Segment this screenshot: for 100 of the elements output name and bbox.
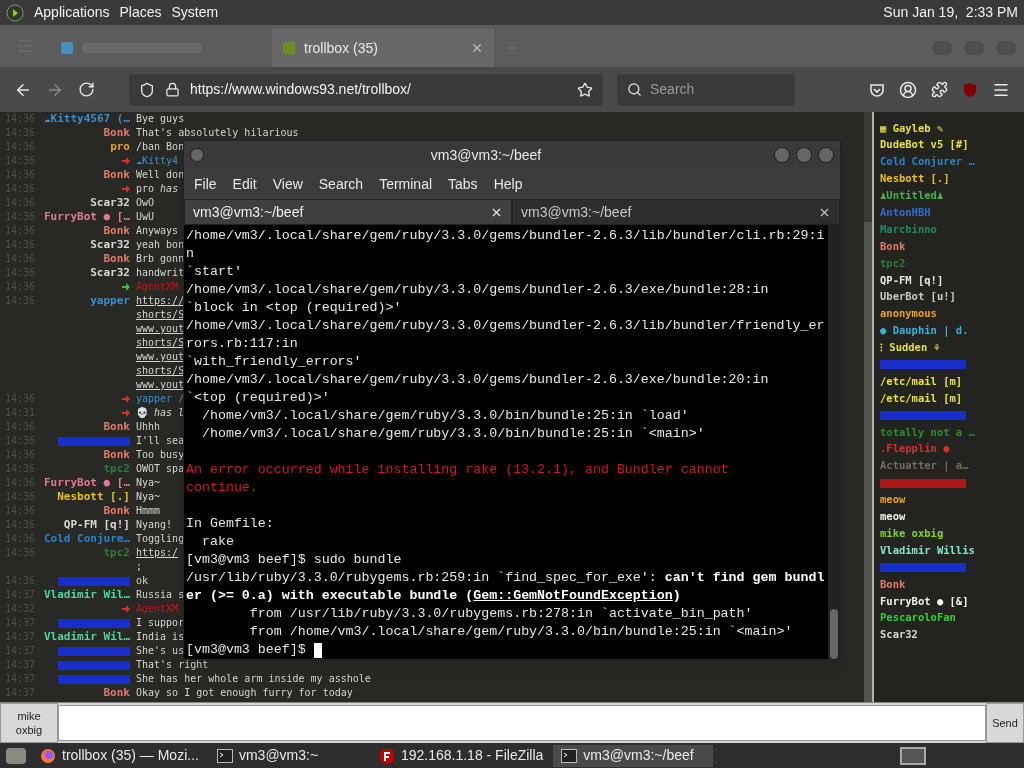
taskbar-button[interactable]: vm3@vm3:~	[208, 744, 369, 767]
address-bar[interactable]: https://www.windows93.net/trollbox/	[129, 73, 603, 106]
user-name[interactable]: anonymous	[880, 306, 937, 323]
message-link[interactable]: shorts/S	[136, 337, 185, 348]
terminal-tab[interactable]: vm3@vm3:~/beef	[512, 199, 840, 225]
panel-menu[interactable]: System	[171, 2, 219, 23]
user-name[interactable]: Vladimir Willis	[880, 542, 975, 559]
nick[interactable]: Bonk	[103, 448, 130, 462]
workspace-switcher[interactable]	[900, 746, 926, 765]
nick[interactable]: QP-FM [q!]	[63, 518, 130, 532]
nick[interactable]: Bonk	[103, 252, 130, 266]
panel-menu[interactable]: Places	[119, 2, 162, 23]
terminal-menu[interactable]: Search	[310, 173, 372, 195]
pocket-icon[interactable]	[869, 81, 885, 98]
terminal-menu[interactable]: Edit	[224, 173, 265, 195]
nick[interactable]: Bonk	[103, 126, 130, 140]
message-input[interactable]	[58, 705, 986, 741]
menu-logo-icon[interactable]	[6, 3, 24, 22]
search-field[interactable]: Search	[617, 73, 795, 106]
nick[interactable]: Scar32	[90, 196, 130, 210]
user-name[interactable]: FurryBot ● [&]	[880, 593, 969, 610]
user-name[interactable]: QP-FM [q!]	[880, 272, 944, 289]
nick[interactable]: pro	[110, 140, 130, 154]
nick[interactable]: Bonk	[103, 224, 130, 238]
user-name[interactable]: ● Dauphin | d.	[880, 323, 969, 339]
nick[interactable]: Bonk	[103, 420, 130, 434]
terminal-menu[interactable]: Tabs	[440, 173, 486, 195]
user-name[interactable]: /etc/mail [m]	[880, 373, 963, 390]
user-name[interactable]: Bonk	[880, 576, 906, 593]
nick[interactable]: yapper	[90, 294, 130, 308]
user-name[interactable]: meow	[880, 509, 906, 525]
message-link[interactable]: shorts/S	[136, 309, 185, 320]
user-name[interactable]: /etc/mail [m]	[880, 390, 963, 407]
user-name[interactable]: ⁝ Sudden ⚘	[880, 340, 940, 356]
shield-icon[interactable]	[139, 81, 155, 98]
nick-button[interactable]: mike oxbig	[0, 703, 58, 743]
window-menu-button[interactable]	[190, 148, 204, 162]
message-link[interactable]: www.yout	[136, 351, 185, 362]
user-name[interactable]: DudeBot v5 [#]	[880, 137, 969, 154]
nick[interactable]: FurryBot ● […	[43, 476, 130, 490]
message-text: /ban Bon	[136, 141, 185, 152]
account-icon[interactable]	[899, 80, 917, 99]
extensions-icon[interactable]	[931, 81, 948, 98]
user-name[interactable]: Bonk	[880, 238, 906, 255]
user-name[interactable]: Scar32	[880, 627, 918, 644]
taskbar-button[interactable]: trollbox (35) — Mozi...	[32, 744, 207, 767]
show-desktop-icon[interactable]	[6, 747, 26, 764]
nick[interactable]: Cold Conjure…	[43, 532, 130, 546]
nick[interactable]: FurryBot ● […	[43, 210, 130, 224]
browser-tab[interactable]: trollbox (35)	[272, 29, 494, 67]
message-text: India is	[136, 631, 185, 642]
nick[interactable]: Vladimir Wil…	[43, 630, 130, 644]
user-name[interactable]: ▦ Gayleb ✎	[880, 120, 944, 137]
terminal-menu[interactable]: Terminal	[371, 173, 441, 195]
panel-menu[interactable]: Applications	[34, 2, 110, 23]
nick[interactable]: Vladimir Wil…	[43, 588, 130, 602]
user-name[interactable]: Cold Conjurer …	[880, 154, 975, 171]
message-link[interactable]: www.yout	[136, 379, 185, 390]
message-text: OWOT spa	[136, 463, 185, 474]
message-link[interactable]: https://	[136, 295, 185, 306]
terminal-tab[interactable]: vm3@vm3:~/beef	[184, 199, 512, 225]
message-text: Uhhh	[136, 421, 161, 432]
reload-icon[interactable]	[78, 81, 95, 98]
send-button[interactable]: Send	[986, 703, 1024, 743]
window-control[interactable]	[796, 147, 812, 163]
bookmark-star-icon[interactable]	[577, 81, 593, 98]
message-text: Nya~	[136, 477, 161, 488]
message-text: That's absolutely hilarious	[136, 127, 299, 138]
user-name[interactable]: PescaroloFan	[880, 610, 956, 627]
message-text: Nyang!	[136, 519, 173, 530]
message-text: pro has	[136, 183, 179, 194]
nick[interactable]: Nesbott [.]	[57, 490, 130, 504]
taskbar-button[interactable]: 192.168.1.18 - FileZilla	[370, 744, 552, 767]
terminal-menu[interactable]: Help	[485, 173, 531, 195]
window-control[interactable]	[818, 147, 834, 163]
nick[interactable]: ☁Kitty4567 (…	[43, 112, 130, 126]
message-link[interactable]: www.yout	[136, 323, 185, 334]
scrollbar[interactable]	[864, 112, 872, 702]
user-name[interactable]: Marchinno	[880, 221, 937, 238]
message-text: ☁Kitty4	[136, 155, 179, 166]
user-name[interactable]: mike oxbig	[880, 525, 944, 542]
user-name[interactable]: Nesbott [.]	[880, 171, 950, 187]
user-name[interactable]: ♟Untitled♟	[880, 188, 944, 204]
nick[interactable]: Scar32	[90, 238, 130, 252]
user-name[interactable]: meow	[880, 492, 906, 508]
terminal-menu[interactable]: View	[264, 173, 311, 195]
message-text: AgentXM	[136, 603, 179, 614]
scrollbar[interactable]	[828, 225, 840, 659]
user-name[interactable]: UberBot [u!]	[880, 289, 956, 306]
nick[interactable]: Bonk	[103, 168, 130, 182]
nick[interactable]: Bonk	[103, 504, 130, 518]
nick[interactable]: Scar32	[90, 266, 130, 280]
window-control[interactable]	[774, 147, 790, 163]
nick[interactable]: Bonk	[103, 686, 130, 700]
taskbar-button[interactable]: vm3@vm3:~/beef	[553, 744, 714, 767]
tab-title: trollbox (35)	[304, 38, 379, 58]
message-link[interactable]: shorts/S	[136, 365, 185, 376]
terminal-menu[interactable]: File	[186, 173, 225, 195]
message-link[interactable]: https:/	[136, 547, 179, 558]
user-name[interactable]: totally not a …	[880, 424, 975, 441]
